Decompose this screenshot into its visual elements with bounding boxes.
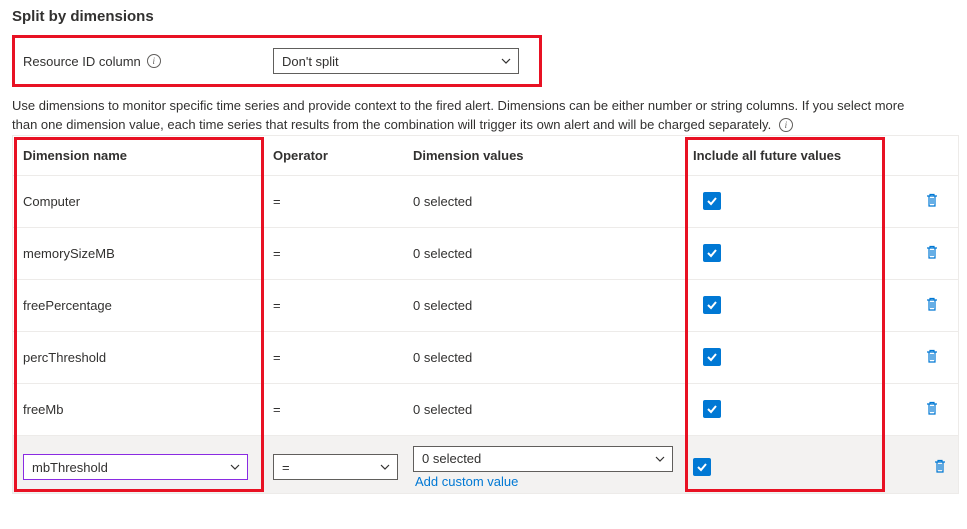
dimension-values: 0 selected bbox=[403, 178, 683, 225]
help-text: Use dimensions to monitor specific time … bbox=[12, 97, 959, 135]
header-name: Dimension name bbox=[13, 136, 263, 175]
header-operator: Operator bbox=[263, 136, 403, 175]
table-row: Computer = 0 selected bbox=[13, 176, 958, 228]
dimension-values: 0 selected bbox=[403, 282, 683, 329]
delete-icon[interactable] bbox=[924, 192, 940, 208]
dimension-name-select-value: mbThreshold bbox=[32, 460, 108, 475]
dimension-values-select[interactable]: 0 selected bbox=[413, 446, 673, 472]
dimension-name: freeMb bbox=[13, 386, 263, 433]
include-checkbox[interactable] bbox=[703, 296, 721, 314]
table-header: Dimension name Operator Dimension values… bbox=[13, 136, 958, 176]
info-icon[interactable]: i bbox=[779, 118, 793, 132]
resource-id-label-wrap: Resource ID column i bbox=[23, 54, 253, 69]
include-checkbox[interactable] bbox=[703, 400, 721, 418]
include-checkbox[interactable] bbox=[693, 458, 711, 476]
dimension-operator: = bbox=[263, 386, 403, 433]
chevron-down-icon bbox=[500, 55, 512, 67]
resource-id-select-value: Don't split bbox=[282, 54, 339, 69]
dimension-operator-select-value: = bbox=[282, 460, 290, 475]
dimensions-table: Dimension name Operator Dimension values… bbox=[12, 135, 959, 494]
delete-icon[interactable] bbox=[932, 458, 948, 474]
table-row: freePercentage = 0 selected bbox=[13, 280, 958, 332]
dimension-operator: = bbox=[263, 334, 403, 381]
add-custom-value-link[interactable]: Add custom value bbox=[413, 474, 673, 489]
chevron-down-icon bbox=[654, 453, 666, 465]
dimension-operator: = bbox=[263, 230, 403, 277]
include-checkbox[interactable] bbox=[703, 244, 721, 262]
resource-id-select[interactable]: Don't split bbox=[273, 48, 519, 74]
dimension-name-select[interactable]: mbThreshold bbox=[23, 454, 248, 480]
dimension-values: 0 selected bbox=[403, 334, 683, 381]
dimension-name: percThreshold bbox=[13, 334, 263, 381]
delete-icon[interactable] bbox=[924, 296, 940, 312]
delete-icon[interactable] bbox=[924, 348, 940, 364]
include-checkbox[interactable] bbox=[703, 348, 721, 366]
section-title: Split by dimensions bbox=[12, 8, 959, 25]
header-include: Include all future values bbox=[683, 136, 883, 175]
resource-id-row: Resource ID column i Don't split bbox=[12, 35, 542, 87]
table-row: freeMb = 0 selected bbox=[13, 384, 958, 436]
resource-id-label: Resource ID column bbox=[23, 54, 141, 69]
table-row: percThreshold = 0 selected bbox=[13, 332, 958, 384]
dimension-name: memorySizeMB bbox=[13, 230, 263, 277]
delete-icon[interactable] bbox=[924, 244, 940, 260]
delete-icon[interactable] bbox=[924, 400, 940, 416]
include-checkbox[interactable] bbox=[703, 192, 721, 210]
dimension-values: 0 selected bbox=[403, 386, 683, 433]
chevron-down-icon bbox=[229, 461, 241, 473]
dimension-operator: = bbox=[263, 282, 403, 329]
dimension-name: freePercentage bbox=[13, 282, 263, 329]
dimension-values: 0 selected bbox=[403, 230, 683, 277]
chevron-down-icon bbox=[379, 461, 391, 473]
dimension-values-select-value: 0 selected bbox=[422, 451, 481, 466]
table-row-edit: mbThreshold = 0 selected Add custom bbox=[13, 436, 958, 493]
info-icon[interactable]: i bbox=[147, 54, 161, 68]
table-row: memorySizeMB = 0 selected bbox=[13, 228, 958, 280]
header-values: Dimension values bbox=[403, 136, 683, 175]
dimension-operator-select[interactable]: = bbox=[273, 454, 398, 480]
dimension-operator: = bbox=[263, 178, 403, 225]
dimension-name: Computer bbox=[13, 178, 263, 225]
